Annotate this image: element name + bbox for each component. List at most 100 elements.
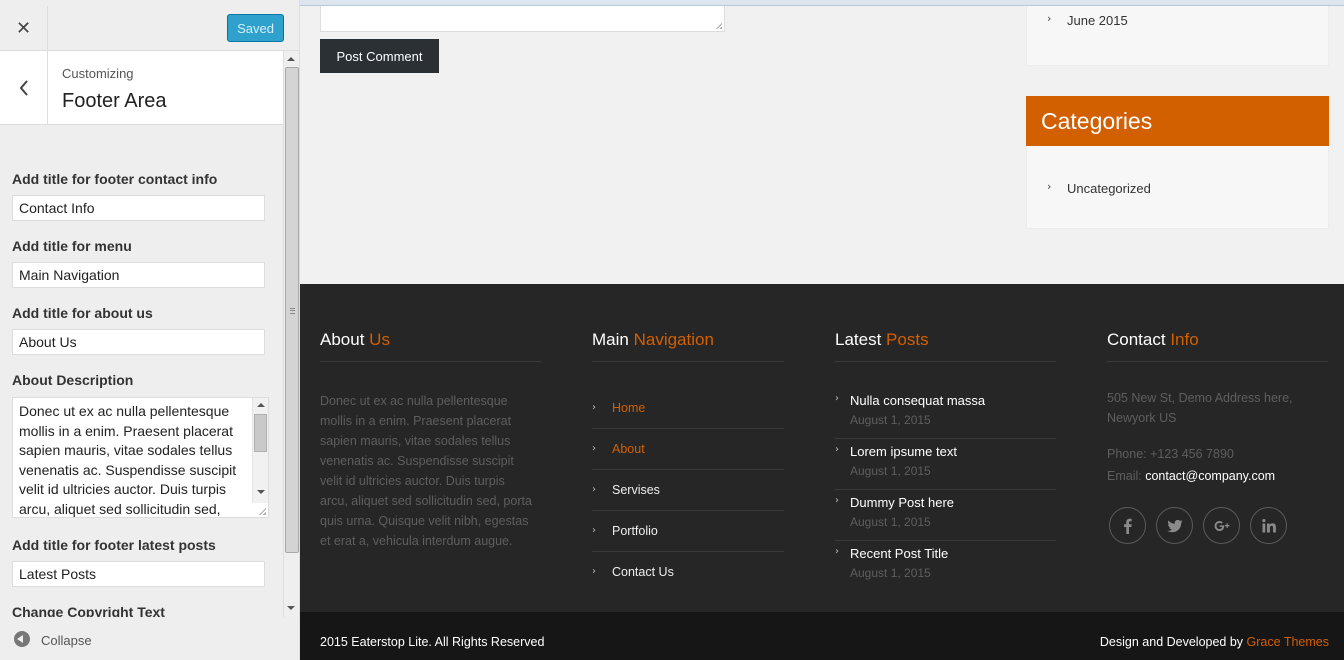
about-description-textarea[interactable]: Donec ut ex ac nulla pellentesque mollis… (12, 397, 269, 518)
categories-widget: › Uncategorized (1026, 146, 1329, 229)
customizing-label: Customizing (62, 66, 134, 81)
scroll-down-icon (287, 606, 295, 610)
title-main: Contact (1107, 330, 1166, 349)
copyright-text: 2015 Eaterstop Lite. All Rights Reserved (320, 635, 545, 649)
credit-link[interactable]: Grace Themes (1247, 635, 1329, 649)
latest-post-date: August 1, 2015 (850, 566, 931, 580)
collapse-label: Collapse (41, 633, 92, 648)
footer-about-text: Donec ut ex ac nulla pellentesque mollis… (320, 394, 532, 548)
latest-post-link[interactable]: Nulla consequat massa (850, 393, 985, 408)
footer-posts-title: Latest Posts (835, 330, 929, 350)
footer-nav-item: › Home (592, 388, 784, 429)
linkedin-icon[interactable] (1250, 507, 1287, 544)
about-title-label: Add title for about us (12, 305, 153, 321)
title-accent: Posts (886, 330, 929, 349)
divider (320, 361, 541, 362)
comment-textarea[interactable] (320, 6, 725, 32)
divider (835, 361, 1056, 362)
categories-title: Categories (1026, 96, 1329, 146)
credit-prefix: Design and Developed by (1099, 635, 1244, 649)
footer-nav-item: › Portfolio (592, 511, 784, 552)
close-icon: ✕ (15, 18, 32, 39)
about-description-text: Donec ut ex ac nulla pellentesque mollis… (19, 403, 237, 517)
chevron-left-icon (19, 80, 28, 96)
footer-nav-item: › Servises (592, 470, 784, 511)
divider (1107, 361, 1328, 362)
footer-about-title: About Us (320, 330, 390, 350)
chevron-right-icon: › (1047, 180, 1052, 193)
credit-text: Design and Developed by Grace Themes (1100, 635, 1329, 649)
latest-post-item: › Dummy Post here August 1, 2015 (835, 490, 1056, 541)
footer-nav-services[interactable]: Servises (612, 483, 660, 497)
menu-title-label: Add title for menu (12, 238, 132, 254)
customizer-header-bar: ✕ Saved (0, 6, 299, 51)
latest-post-item: › Lorem ipsume text August 1, 2015 (835, 439, 1056, 490)
footer-nav-item: › About (592, 429, 784, 470)
site-preview: Post Comment › June 2015 Categories › Un… (300, 6, 1344, 660)
sidebar-scroll-thumb[interactable] (285, 67, 299, 553)
latest-post-date: August 1, 2015 (850, 515, 931, 529)
textarea-scrollbar[interactable] (252, 398, 268, 503)
site-footer: About Us Donec ut ex ac nulla pellentesq… (300, 284, 1344, 612)
title-accent: Navigation (633, 330, 714, 349)
close-customizer-button[interactable]: ✕ (0, 6, 48, 51)
footer-contact-title: Contact Info (1107, 330, 1199, 350)
chevron-right-icon: › (592, 525, 596, 536)
about-description-label: About Description (12, 372, 134, 388)
section-header: Customizing Footer Area (0, 51, 283, 125)
copyright-bar: 2015 Eaterstop Lite. All Rights Reserved… (300, 612, 1344, 660)
chevron-right-icon: › (835, 444, 839, 455)
menu-title-input[interactable]: Main Navigation (12, 262, 265, 288)
archive-link[interactable]: June 2015 (1067, 13, 1128, 28)
footer-nav-title: Main Navigation (592, 330, 714, 350)
latest-post-item: › Recent Post Title August 1, 2015 (835, 541, 1056, 592)
scroll-up-icon (287, 57, 295, 61)
chevron-right-icon: › (592, 402, 596, 413)
contact-email-link[interactable]: contact@company.com (1145, 469, 1275, 483)
customizer-sidebar: ✕ Saved Customizing Footer Area Add titl… (0, 0, 300, 660)
scroll-up-icon (257, 403, 265, 407)
contact-phone: Phone: +123 456 7890 (1107, 447, 1234, 461)
post-comment-button[interactable]: Post Comment (320, 39, 439, 73)
resize-handle-icon[interactable] (258, 507, 266, 515)
chevron-right-icon: › (592, 566, 596, 577)
chevron-right-icon: › (592, 443, 596, 454)
category-link[interactable]: Uncategorized (1067, 181, 1151, 196)
sidebar-scrollbar[interactable] (283, 51, 299, 617)
copyright-label: Change Copyright Text (12, 604, 165, 617)
footer-nav-home[interactable]: Home (612, 401, 645, 415)
textarea-scroll-thumb[interactable] (254, 414, 267, 452)
facebook-icon[interactable] (1109, 507, 1146, 544)
archives-widget: › June 2015 (1026, 6, 1329, 66)
chevron-right-icon: › (835, 495, 839, 506)
customizer-controls: Add title for footer contact info Contac… (0, 125, 283, 617)
grip-icon (290, 308, 295, 314)
about-title-input[interactable]: About Us (12, 329, 265, 355)
saved-button[interactable]: Saved (227, 14, 284, 42)
chevron-right-icon: › (835, 393, 839, 404)
latest-post-date: August 1, 2015 (850, 464, 931, 478)
title-main: Main (592, 330, 629, 349)
chevron-right-icon: › (835, 546, 839, 557)
latest-post-link[interactable]: Lorem ipsume text (850, 444, 957, 459)
contact-address: 505 New St, Demo Address here, Newyork U… (1107, 391, 1293, 425)
contact-title-input[interactable]: Contact Info (12, 195, 265, 221)
collapse-icon (14, 631, 30, 647)
title-main: Latest (835, 330, 882, 349)
twitter-icon[interactable] (1156, 507, 1193, 544)
footer-nav-portfolio[interactable]: Portfolio (612, 524, 658, 538)
latest-post-item: › Nulla consequat massa August 1, 2015 (835, 388, 1056, 439)
google-plus-icon[interactable] (1203, 507, 1240, 544)
latest-post-link[interactable]: Recent Post Title (850, 546, 948, 561)
footer-nav-contact[interactable]: Contact Us (612, 565, 674, 579)
collapse-button[interactable]: Collapse (0, 617, 299, 660)
title-main: About (320, 330, 365, 349)
latest-post-link[interactable]: Dummy Post here (850, 495, 954, 510)
latest-title-input[interactable]: Latest Posts (12, 561, 265, 587)
section-title: Footer Area (62, 90, 167, 112)
footer-nav-about[interactable]: About (612, 442, 645, 456)
latest-title-label: Add title for footer latest posts (12, 537, 216, 553)
title-accent: Us (369, 330, 390, 349)
back-button[interactable] (0, 51, 48, 125)
divider (592, 361, 784, 362)
